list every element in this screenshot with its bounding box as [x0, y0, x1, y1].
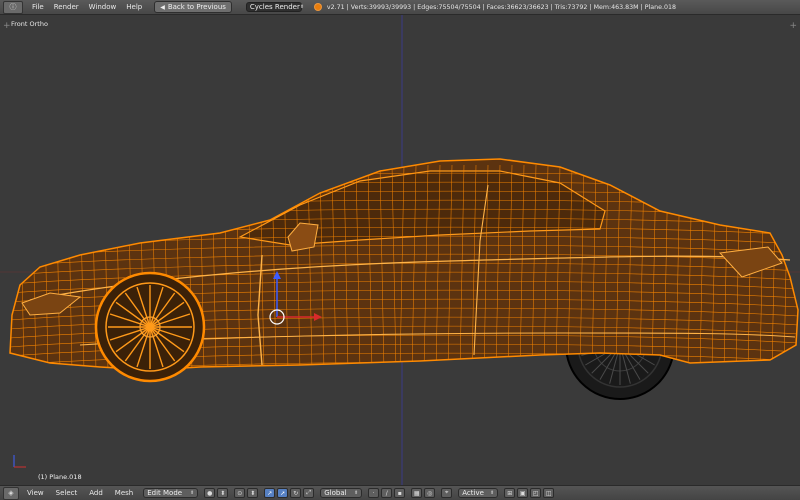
- dropdown-arrows-icon: ⬍: [490, 490, 495, 496]
- front-wheel[interactable]: [94, 271, 206, 383]
- scene-statistics: v2.71 | Verts:39993/39993 | Edges:75504/…: [326, 3, 677, 11]
- region-toggle-left[interactable]: +: [3, 21, 11, 31]
- info-header: ⓘ File Render Window Help ◀ Back to Prev…: [0, 0, 800, 15]
- dropdown-arrows-icon: ⬍: [354, 490, 359, 496]
- menu-view[interactable]: View: [27, 489, 44, 497]
- render-icon[interactable]: ▣: [517, 488, 529, 498]
- viewport-shading-icon[interactable]: ●: [204, 488, 216, 498]
- 3d-view-icon[interactable]: ◈: [3, 486, 19, 500]
- render-engine-select[interactable]: Cycles Render ⬍: [245, 2, 305, 12]
- edge-select-icon[interactable]: /: [381, 488, 393, 498]
- mode-select[interactable]: Edit Mode ⬍: [143, 488, 199, 498]
- manipulator-icon[interactable]: ↗: [264, 488, 276, 498]
- back-arrow-icon: ◀: [160, 3, 165, 11]
- menu-help[interactable]: Help: [126, 3, 142, 11]
- blender-logo-icon: [313, 3, 322, 11]
- menu-mesh[interactable]: Mesh: [115, 489, 133, 497]
- render-engine-value: Cycles Render: [249, 3, 300, 11]
- region-toggle-right[interactable]: +: [789, 21, 797, 31]
- translate-icon[interactable]: ➚: [277, 488, 289, 498]
- shading-dropdown-icon[interactable]: ⬍: [217, 488, 229, 498]
- proportional-edit-icon[interactable]: ◎: [424, 488, 436, 498]
- view-axis-gizmo: [13, 455, 26, 468]
- 3d-viewport[interactable]: Front Ortho + + (1) Plane.018: [0, 15, 800, 485]
- rotate-icon[interactable]: ↻: [290, 488, 302, 498]
- snap-value: Active: [462, 489, 484, 497]
- dropdown-arrows-icon: ⬍: [299, 4, 305, 10]
- menu-render[interactable]: Render: [54, 3, 79, 11]
- active-object-label: (1) Plane.018: [38, 473, 82, 481]
- snap-icon[interactable]: ⌖: [441, 488, 453, 498]
- orientation-select[interactable]: Global ⬍: [320, 488, 363, 498]
- view3d-header: ◈ View Select Add Mesh Edit Mode ⬍ ● ⬍ ⊙…: [0, 485, 800, 500]
- back-to-previous-label: Back to Previous: [167, 3, 226, 11]
- viewport-canvas[interactable]: [0, 15, 800, 485]
- mode-value: Edit Mode: [147, 489, 183, 497]
- snap-target-icon[interactable]: ⊞: [504, 488, 516, 498]
- camera-icon[interactable]: ◰: [530, 488, 542, 498]
- menu-window[interactable]: Window: [89, 3, 117, 11]
- snap-element-select[interactable]: Active ⬍: [458, 488, 499, 498]
- menu-add[interactable]: Add: [89, 489, 103, 497]
- dropdown-arrows-icon: ⬍: [190, 490, 195, 496]
- face-select-icon[interactable]: ▪: [394, 488, 406, 498]
- back-to-previous-button[interactable]: ◀ Back to Previous: [154, 1, 232, 13]
- pivot-icon[interactable]: ⊙: [234, 488, 246, 498]
- menu-select[interactable]: Select: [56, 489, 78, 497]
- scale-icon[interactable]: ⤢: [303, 488, 315, 498]
- menu-file[interactable]: File: [32, 3, 44, 11]
- vertex-select-icon[interactable]: ·: [368, 488, 380, 498]
- pivot-dropdown-icon[interactable]: ⬍: [247, 488, 259, 498]
- view-label: Front Ortho: [11, 20, 48, 28]
- layers-icon[interactable]: ▦: [411, 488, 423, 498]
- ogl-render-icon[interactable]: ◫: [543, 488, 555, 498]
- editor-type-icon[interactable]: ⓘ: [3, 0, 23, 14]
- orientation-value: Global: [324, 489, 347, 497]
